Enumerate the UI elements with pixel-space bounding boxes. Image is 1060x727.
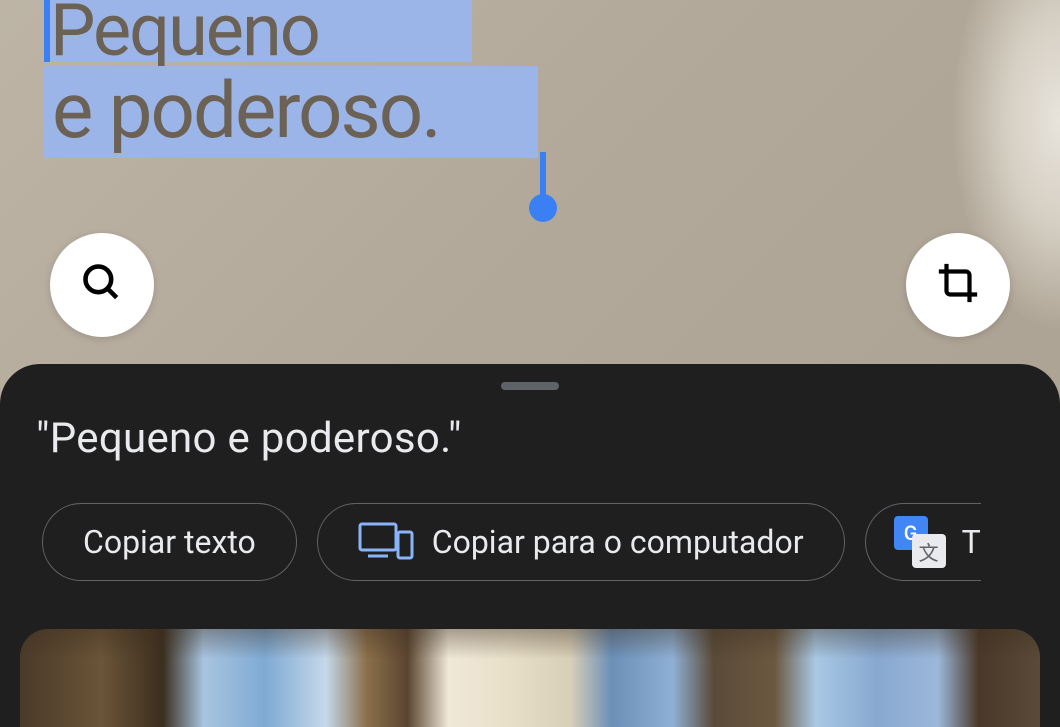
ocr-text-line-2: e poderoso. <box>52 77 440 147</box>
search-result-image[interactable] <box>20 629 1040 727</box>
background-wall-shape <box>780 0 1060 400</box>
translate-label-partial: T <box>962 523 981 561</box>
translate-icon: G 文 <box>894 516 946 568</box>
copy-to-computer-label: Copiar para o computador <box>432 523 804 561</box>
copy-text-label: Copiar texto <box>83 523 256 561</box>
crop-icon <box>935 260 981 310</box>
selection-end-handle[interactable] <box>540 152 546 208</box>
copy-text-button[interactable]: Copiar texto <box>42 503 297 581</box>
ocr-text-line-1: Pequeno <box>50 0 319 63</box>
selected-line-1[interactable]: Pequeno <box>44 0 472 62</box>
crop-button[interactable] <box>906 233 1010 337</box>
selected-line-2[interactable]: e poderoso. <box>44 66 538 158</box>
copy-to-computer-button[interactable]: Copiar para o computador <box>317 503 845 581</box>
sheet-drag-handle[interactable] <box>501 382 559 390</box>
translate-button[interactable]: G 文 T <box>865 503 981 581</box>
devices-icon <box>358 522 414 562</box>
text-selection-overlay[interactable]: Pequeno e poderoso. <box>44 0 538 158</box>
search-button[interactable] <box>50 233 154 337</box>
results-bottom-sheet[interactable]: "Pequeno e poderoso." Copiar texto Copia… <box>0 364 1060 727</box>
action-chip-row[interactable]: Copiar texto Copiar para o computador G … <box>42 503 1060 581</box>
selected-text-quote: "Pequeno e poderoso." <box>36 414 1060 463</box>
search-icon <box>80 261 124 309</box>
